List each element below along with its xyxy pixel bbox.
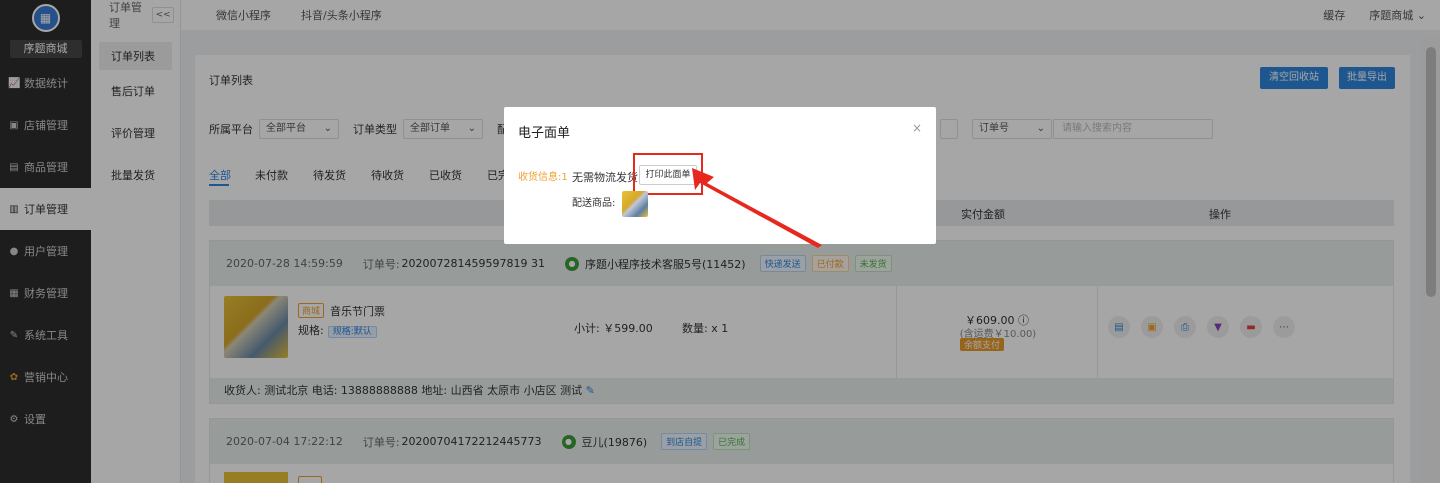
ship-goods-label: 配送商品: bbox=[572, 198, 616, 209]
receiver-info-label: 收货信息:1 bbox=[518, 172, 568, 183]
no-logistics-text: 无需物流发货 bbox=[572, 171, 638, 184]
dialog-title: 电子面单 bbox=[518, 126, 571, 141]
eorder-dialog: 电子面单 × 收货信息:1 无需物流发货 打印此面单 配送商品: bbox=[504, 107, 936, 244]
ship-goods-thumbnail bbox=[622, 191, 648, 217]
close-icon[interactable]: × bbox=[912, 121, 922, 135]
annotation-highlight-box bbox=[633, 153, 703, 195]
